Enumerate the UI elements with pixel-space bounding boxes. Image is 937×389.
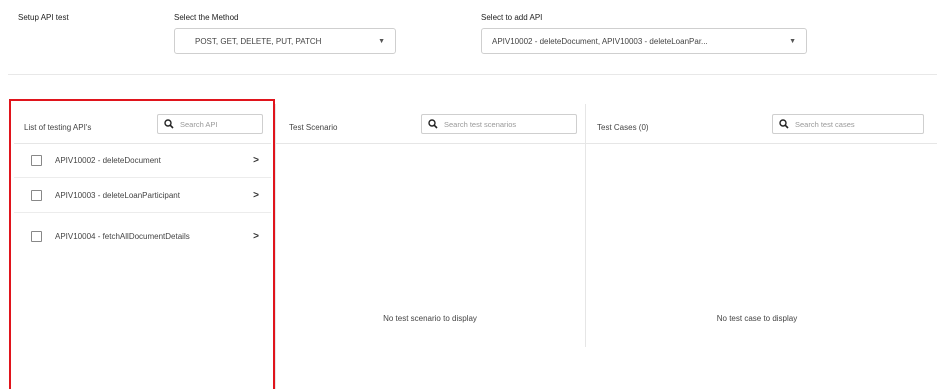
search-icon	[779, 119, 789, 129]
scenario-header: Test Scenario	[289, 110, 337, 144]
search-cases-input[interactable]: Search test cases	[772, 114, 924, 134]
method-label: Select the Method	[174, 13, 239, 22]
search-scenarios-input[interactable]: Search test scenarios	[421, 114, 577, 134]
divider	[8, 74, 937, 75]
api-select-label: Select to add API	[481, 13, 543, 22]
cases-header: Test Cases (0)	[597, 110, 649, 144]
chevron-down-icon: ▼	[378, 37, 385, 45]
api-select[interactable]: APIV10002 - deleteDocument, APIV10003 - …	[481, 28, 807, 54]
setup-title: Setup API test	[18, 13, 69, 22]
cases-title: Test Cases (0)	[597, 122, 649, 132]
header-divider	[275, 143, 937, 144]
search-icon	[428, 119, 438, 129]
api-select-value: APIV10002 - deleteDocument, APIV10003 - …	[492, 36, 708, 46]
method-select[interactable]: POST, GET, DELETE, PUT, PATCH ▼	[174, 28, 396, 54]
search-cases-placeholder: Search test cases	[795, 119, 855, 129]
scenario-title: Test Scenario	[289, 122, 338, 132]
method-select-value: POST, GET, DELETE, PUT, PATCH	[195, 36, 322, 46]
search-scenarios-placeholder: Search test scenarios	[444, 119, 517, 129]
column-divider	[275, 104, 276, 389]
column-divider	[585, 104, 586, 347]
scenario-empty-message: No test scenario to display	[383, 314, 477, 323]
chevron-down-icon: ▼	[789, 37, 796, 45]
highlight-box	[9, 99, 275, 389]
cases-empty-message: No test case to display	[716, 314, 798, 323]
